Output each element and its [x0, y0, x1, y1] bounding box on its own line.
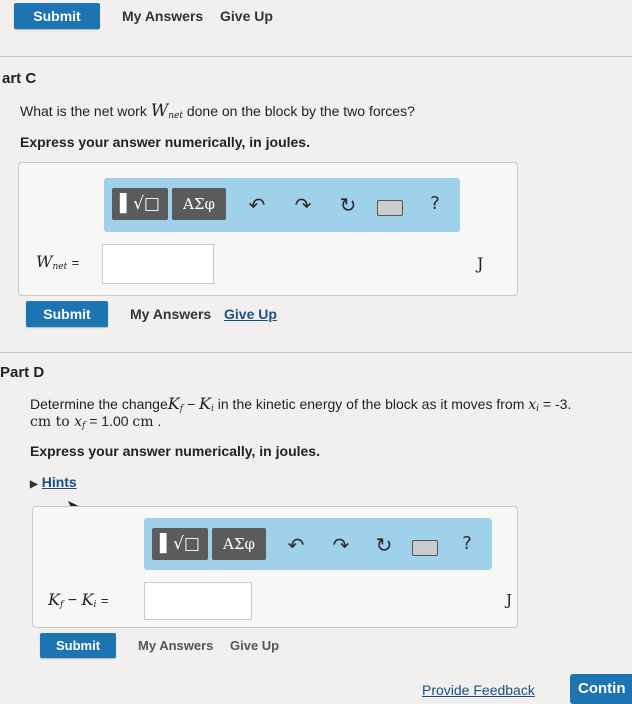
q-cm-to: cm to	[30, 414, 75, 430]
equals-sign: =	[71, 255, 80, 270]
part-d-submit-button[interactable]: Submit	[40, 633, 116, 658]
part-d-heading: Part D	[0, 364, 45, 381]
ki: K	[199, 394, 211, 413]
caret-right-icon: ▶	[30, 479, 38, 490]
ki-sub: i	[93, 600, 97, 610]
part-c-unit: J	[477, 254, 484, 273]
ki: K	[81, 590, 94, 609]
q-text: Determine the change	[30, 396, 168, 412]
kf: K	[167, 394, 180, 413]
top-submit-button[interactable]: Submit	[14, 3, 100, 29]
var-sub: net	[52, 262, 68, 272]
part-c-heading: art C	[2, 70, 37, 87]
part-d-unit: J	[506, 591, 513, 609]
var-w: W	[36, 252, 53, 271]
part-d-question-line2: cm to xf = 1.00 cm .	[30, 413, 161, 431]
part-c-instruction: Express your answer numerically, in joul…	[20, 134, 310, 150]
q-text-mid: in the kinetic energy of the block as it…	[213, 396, 529, 412]
part-d-give-up-link[interactable]: Give Up	[230, 638, 279, 653]
xf-unit: cm	[132, 414, 154, 430]
greek-symbols-button[interactable]: ΑΣφ	[172, 188, 226, 220]
part-d-question-line1: Determine the changeKf − Ki in the kinet…	[30, 394, 571, 414]
kf: K	[48, 590, 60, 609]
templates-button[interactable]: ▌√□	[112, 188, 168, 220]
top-my-answers-link[interactable]: My Answers	[122, 8, 203, 24]
templates-button[interactable]: ▌√□	[152, 528, 208, 560]
reset-icon[interactable]: ↻	[372, 533, 396, 557]
help-icon[interactable]: ?	[426, 193, 444, 214]
variable-subscript: net	[168, 111, 183, 121]
undo-icon[interactable]: ↶	[245, 193, 269, 217]
minus: −	[63, 592, 82, 609]
divider	[0, 352, 632, 353]
hints-toggle[interactable]: ▶ Hints	[30, 474, 77, 490]
xf: x	[74, 414, 82, 430]
hints-label: Hints	[41, 474, 77, 490]
help-icon[interactable]: ?	[458, 533, 476, 554]
redo-icon[interactable]: ↷	[291, 193, 315, 217]
q-end: .	[153, 413, 162, 429]
part-c-my-answers-link[interactable]: My Answers	[130, 306, 211, 322]
divider	[0, 56, 632, 57]
part-d-my-answers-link[interactable]: My Answers	[138, 638, 213, 653]
part-d-answer-input[interactable]	[144, 582, 252, 620]
part-d-variable-label: Kf − Ki =	[48, 590, 108, 610]
keyboard-icon[interactable]	[412, 540, 438, 556]
reset-icon[interactable]: ↻	[336, 193, 360, 217]
question-text: What is the net work	[20, 103, 151, 119]
top-give-up-link[interactable]: Give Up	[220, 8, 273, 24]
xi: x	[528, 397, 537, 413]
part-c-variable-label: Wnet =	[36, 252, 79, 272]
equals-sign: =	[100, 593, 109, 608]
keyboard-icon[interactable]	[377, 200, 403, 216]
xf-value: = 1.00	[85, 413, 133, 429]
minus: −	[183, 396, 200, 412]
question-text-end: done on the block by the two forces?	[182, 103, 415, 119]
variable-w: W	[150, 101, 169, 121]
part-c-answer-input[interactable]	[102, 244, 214, 284]
part-d-instruction: Express your answer numerically, in joul…	[30, 443, 320, 459]
part-c-give-up-link[interactable]: Give Up	[224, 306, 277, 322]
redo-icon[interactable]: ↷	[329, 533, 353, 557]
part-c-question: What is the net work Wnet done on the bl…	[20, 101, 415, 121]
undo-icon[interactable]: ↶	[284, 533, 308, 557]
part-c-submit-button[interactable]: Submit	[26, 301, 108, 327]
greek-symbols-button[interactable]: ΑΣφ	[212, 528, 266, 560]
xi-value: = -3.	[539, 396, 572, 412]
provide-feedback-link[interactable]: Provide Feedback	[422, 682, 535, 698]
